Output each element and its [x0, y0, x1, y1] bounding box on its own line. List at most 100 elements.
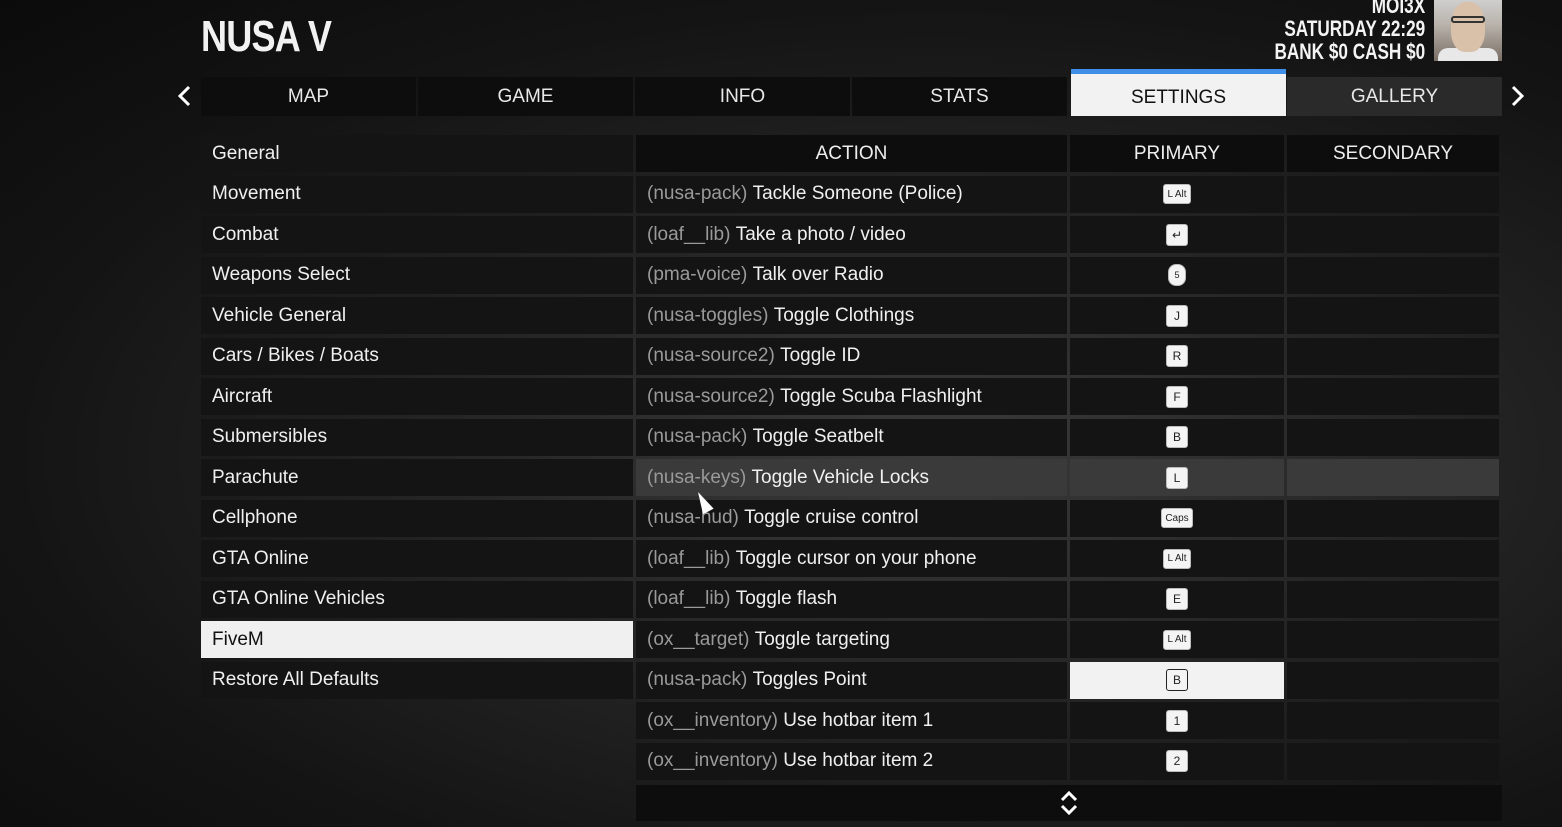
secondary-binding-cell[interactable]: [1287, 661, 1499, 699]
action-cell[interactable]: (nusa-pack) Toggles Point: [636, 661, 1067, 699]
action-cell[interactable]: (nusa-source2) Toggle ID: [636, 337, 1067, 375]
action-label: Toggle cruise control: [744, 507, 919, 528]
secondary-binding-cell[interactable]: [1287, 540, 1499, 577]
action-cell[interactable]: (loaf__lib) Toggle cursor on your phone: [636, 540, 1067, 577]
primary-binding-cell[interactable]: F: [1070, 378, 1284, 415]
game-title: NUSA V: [201, 12, 332, 61]
action-label: Take a photo / video: [735, 223, 906, 245]
column-header-primary: PRIMARY: [1070, 135, 1284, 172]
primary-binding-cell[interactable]: 2: [1070, 742, 1284, 780]
category-combat[interactable]: Combat: [201, 216, 633, 253]
tab-bar: MAP GAME INFO STATS SETTINGS GALLERY: [201, 69, 1502, 116]
category-submersibles[interactable]: Submersibles: [201, 418, 633, 456]
scroll-updown-icon[interactable]: [636, 785, 1502, 821]
table-header: ACTION PRIMARY SECONDARY: [636, 135, 1502, 172]
tab-gallery[interactable]: GALLERY: [1287, 77, 1502, 116]
table-row[interactable]: (loaf__lib) Toggle cursor on your phone L…: [636, 540, 1502, 577]
column-header-action: ACTION: [636, 135, 1067, 172]
table-row[interactable]: (nusa-pack) Toggles Point B: [636, 661, 1502, 699]
key-icon: 2: [1166, 750, 1188, 772]
resource-name: (loaf__lib): [647, 223, 731, 245]
player-info: MOI3X SATURDAY 22:29 BANK $0 CASH $0: [1274, 0, 1425, 63]
chevron-right-icon[interactable]: [1505, 83, 1529, 109]
category-gta-online[interactable]: GTA Online: [201, 540, 633, 577]
category-fivem[interactable]: FiveM: [201, 621, 633, 658]
primary-binding-cell[interactable]: L: [1070, 459, 1284, 496]
primary-binding-cell[interactable]: 1: [1070, 702, 1284, 739]
secondary-binding-cell[interactable]: [1287, 459, 1499, 496]
action-label: Use hotbar item 2: [783, 750, 934, 771]
action-cell[interactable]: (ox__inventory) Use hotbar item 1: [636, 702, 1067, 739]
category-parachute[interactable]: Parachute: [201, 459, 633, 496]
tab-info[interactable]: INFO: [635, 77, 850, 116]
secondary-binding-cell[interactable]: [1287, 418, 1499, 456]
primary-binding-cell[interactable]: L Alt: [1070, 621, 1284, 658]
settings-category-list: General Movement Combat Weapons Select V…: [201, 135, 633, 702]
action-cell[interactable]: (nusa-source2) Toggle Scuba Flashlight: [636, 378, 1067, 415]
category-vehicle-general[interactable]: Vehicle General: [201, 297, 633, 334]
category-gta-online-vehicles[interactable]: GTA Online Vehicles: [201, 580, 633, 618]
secondary-binding-cell[interactable]: [1287, 621, 1499, 658]
action-label: Use hotbar item 1: [783, 709, 934, 731]
table-row[interactable]: (nusa-pack) Tackle Someone (Police) L Alt: [636, 175, 1502, 213]
category-movement[interactable]: Movement: [201, 175, 633, 213]
action-cell[interactable]: (ox__target) Toggle targeting: [636, 621, 1067, 658]
category-cellphone[interactable]: Cellphone: [201, 499, 633, 537]
action-cell[interactable]: (nusa-pack) Toggle Seatbelt: [636, 418, 1067, 456]
tab-game[interactable]: GAME: [418, 77, 633, 116]
table-row[interactable]: (nusa-toggles) Toggle Clothings J: [636, 297, 1502, 334]
primary-binding-cell[interactable]: E: [1070, 580, 1284, 618]
tab-settings[interactable]: SETTINGS: [1071, 69, 1286, 116]
table-row[interactable]: (loaf__lib) Toggle flash E: [636, 580, 1502, 618]
primary-binding-cell[interactable]: L Alt: [1070, 175, 1284, 213]
table-row[interactable]: (nusa-keys) Toggle Vehicle Locks L: [636, 459, 1502, 496]
action-cell[interactable]: (loaf__lib) Take a photo / video: [636, 216, 1067, 253]
primary-binding-cell[interactable]: ↵: [1070, 216, 1284, 253]
category-cars-bikes-boats[interactable]: Cars / Bikes / Boats: [201, 337, 633, 375]
action-cell[interactable]: (ox__inventory) Use hotbar item 2: [636, 742, 1067, 780]
table-row[interactable]: (ox__inventory) Use hotbar item 1 1: [636, 702, 1502, 739]
primary-binding-cell[interactable]: B: [1070, 661, 1284, 699]
secondary-binding-cell[interactable]: [1287, 297, 1499, 334]
table-row[interactable]: (loaf__lib) Take a photo / video ↵: [636, 216, 1502, 253]
secondary-binding-cell[interactable]: [1287, 216, 1499, 253]
restore-defaults-button[interactable]: Restore All Defaults: [201, 661, 633, 699]
key-icon: R: [1166, 345, 1188, 367]
action-cell[interactable]: (nusa-toggles) Toggle Clothings: [636, 297, 1067, 334]
tab-stats[interactable]: STATS: [852, 77, 1067, 116]
action-label: Toggle flash: [735, 588, 838, 609]
chevron-left-icon[interactable]: [173, 83, 197, 109]
secondary-binding-cell[interactable]: [1287, 378, 1499, 415]
table-row[interactable]: (pma-voice) Talk over Radio 5: [636, 256, 1502, 294]
table-row[interactable]: (nusa-pack) Toggle Seatbelt B: [636, 418, 1502, 456]
action-label: Tackle Someone (Police): [752, 183, 963, 204]
primary-binding-cell[interactable]: L Alt: [1070, 540, 1284, 577]
primary-binding-cell[interactable]: R: [1070, 337, 1284, 375]
primary-binding-cell[interactable]: 5: [1070, 256, 1284, 294]
secondary-binding-cell[interactable]: [1287, 256, 1499, 294]
table-row[interactable]: (ox__inventory) Use hotbar item 2 2: [636, 742, 1502, 780]
secondary-binding-cell[interactable]: [1287, 175, 1499, 213]
action-cell[interactable]: (pma-voice) Talk over Radio: [636, 256, 1067, 294]
primary-binding-cell[interactable]: J: [1070, 297, 1284, 334]
secondary-binding-cell[interactable]: [1287, 499, 1499, 537]
action-cell[interactable]: (loaf__lib) Toggle flash: [636, 580, 1067, 618]
action-cell[interactable]: (nusa-pack) Tackle Someone (Police): [636, 175, 1067, 213]
secondary-binding-cell[interactable]: [1287, 702, 1499, 739]
category-aircraft[interactable]: Aircraft: [201, 378, 633, 415]
table-row[interactable]: (nusa-source2) Toggle Scuba Flashlight F: [636, 378, 1502, 415]
table-row[interactable]: (ox__target) Toggle targeting L Alt: [636, 621, 1502, 658]
category-weapons-select[interactable]: Weapons Select: [201, 256, 633, 294]
table-row[interactable]: (nusa-hud) Toggle cruise control Caps: [636, 499, 1502, 537]
table-row[interactable]: (nusa-source2) Toggle ID R: [636, 337, 1502, 375]
primary-binding-cell[interactable]: Caps: [1070, 499, 1284, 537]
category-general[interactable]: General: [201, 135, 633, 172]
action-label: Toggle Scuba Flashlight: [780, 385, 982, 407]
tab-map[interactable]: MAP: [201, 77, 416, 116]
secondary-binding-cell[interactable]: [1287, 337, 1499, 375]
primary-binding-cell[interactable]: B: [1070, 418, 1284, 456]
action-label: Toggle targeting: [754, 628, 890, 650]
secondary-binding-cell[interactable]: [1287, 742, 1499, 780]
key-icon: B: [1166, 669, 1188, 691]
secondary-binding-cell[interactable]: [1287, 580, 1499, 618]
